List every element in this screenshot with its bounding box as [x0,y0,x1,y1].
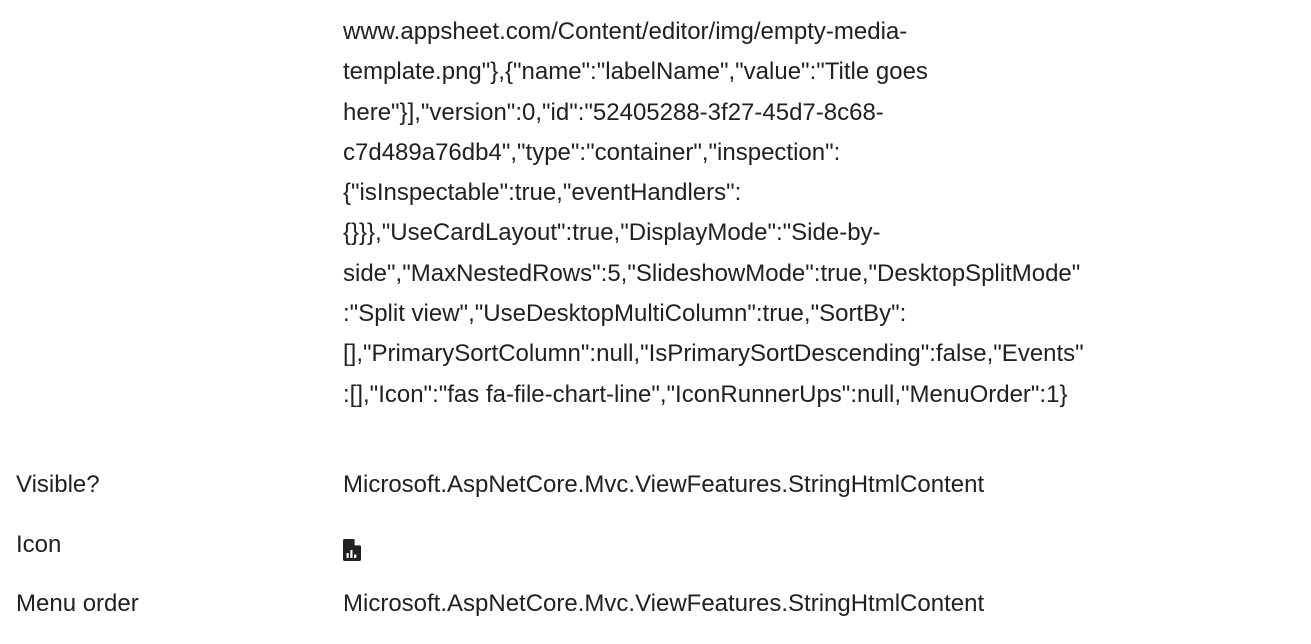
json-line: {"isInspectable":true,"eventHandlers": [343,179,742,207]
json-line: here"}],"version":0,"id":"52405288-3f27-… [343,98,884,126]
icon-label: Icon [16,531,62,558]
property-row-menu-order: Menu order Microsoft.AspNetCore.Mvc.View… [16,584,1306,624]
visible-label: Visible? [16,471,100,498]
property-row-icon: Icon [16,525,1306,565]
json-line: :[],"Icon":"fas fa-file-chart-line","Ico… [343,380,1068,408]
visible-value: Microsoft.AspNetCore.Mvc.ViewFeatures.St… [343,471,985,498]
json-line: [],"PrimarySortColumn":null,"IsPrimarySo… [343,340,1084,368]
json-line: template.png"},{"name":"labelName","valu… [343,58,928,86]
json-line: side","MaxNestedRows":5,"SlideshowMode":… [343,259,1081,287]
file-chart-line-icon [343,534,361,561]
json-line: {}}},"UseCardLayout":true,"DisplayMode":… [343,219,881,247]
view-definition-json: www.appsheet.com/Content/editor/img/empt… [343,12,1303,415]
property-row-visible: Visible? Microsoft.AspNetCore.Mvc.ViewFe… [16,465,1306,505]
view-properties-page: www.appsheet.com/Content/editor/img/empt… [0,0,1311,644]
json-line: :"Split view","UseDesktopMultiColumn":tr… [343,300,907,328]
json-line: c7d489a76db4","type":"container","inspec… [343,138,841,166]
menu-order-value: Microsoft.AspNetCore.Mvc.ViewFeatures.St… [343,590,985,617]
json-line: www.appsheet.com/Content/editor/img/empt… [343,18,908,45]
menu-order-label: Menu order [16,590,139,617]
